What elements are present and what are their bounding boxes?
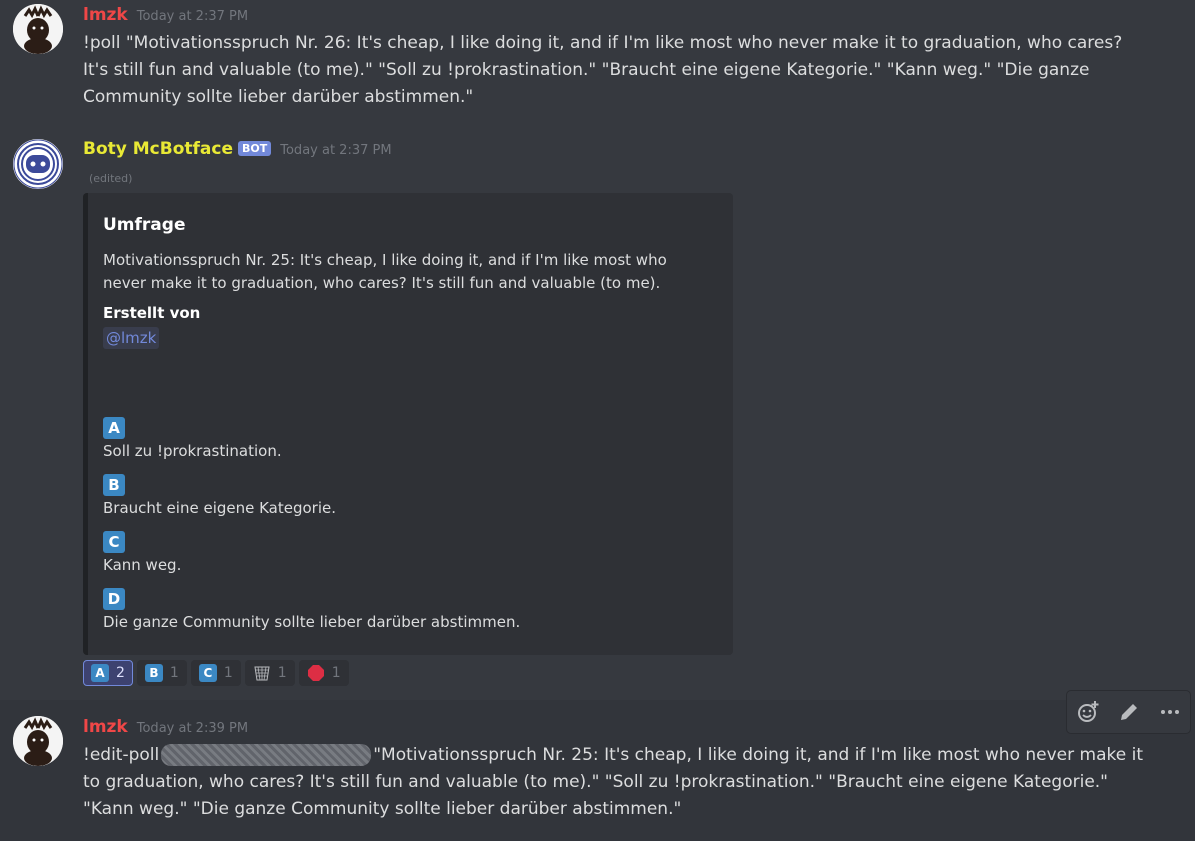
embed-field-name: Erstellt von xyxy=(103,304,201,322)
reaction-a[interactable]: A 2 xyxy=(83,660,133,686)
option-text: Soll zu !prokrastination. xyxy=(103,442,282,460)
reaction-count: 1 xyxy=(331,665,341,681)
bot-badge: BOT xyxy=(238,141,272,156)
blurred-redaction xyxy=(161,744,372,766)
poll-option-b: B Braucht eine eigene Kategorie. xyxy=(103,474,336,517)
user-avatar[interactable] xyxy=(13,716,63,766)
add-reaction-button[interactable] xyxy=(1073,697,1103,727)
message-actions-toolbar xyxy=(1066,690,1191,734)
regional-indicator-b-icon: B xyxy=(103,474,125,496)
regional-indicator-d-icon: D xyxy=(103,588,125,610)
pencil-icon xyxy=(1120,704,1137,720)
text-prefix: !edit-poll xyxy=(83,745,160,765)
edit-button[interactable] xyxy=(1114,697,1144,727)
regional-indicator-a-icon: A xyxy=(103,417,125,439)
poll-option-a: A Soll zu !prokrastination. xyxy=(103,417,282,460)
option-text: Braucht eine eigene Kategorie. xyxy=(103,499,337,517)
regional-indicator-a-icon: A xyxy=(91,664,109,682)
poll-embed: Umfrage Motivationsspruch Nr. 25: It's c… xyxy=(83,193,733,655)
reaction-c[interactable]: C 1 xyxy=(190,660,241,686)
add-reaction-icon xyxy=(1077,701,1098,722)
stop-sign-icon xyxy=(307,665,324,681)
reaction-count: 2 xyxy=(116,665,125,681)
option-text: Kann weg. xyxy=(103,556,182,574)
poll-option-c: C Kann weg. xyxy=(103,531,181,574)
reaction-stop[interactable]: 1 xyxy=(298,660,349,686)
embed-title: Umfrage xyxy=(103,215,186,235)
user-mention[interactable]: @lmzk xyxy=(103,327,160,349)
timestamp: Today at 2:37 PM xyxy=(280,143,392,158)
regional-indicator-b-icon: B xyxy=(144,664,163,682)
bot-avatar[interactable] xyxy=(13,139,63,189)
message-2: Boty McBotface BOT Today at 2:37 PM (edi… xyxy=(0,0,1195,700)
reaction-basket[interactable]: 1 xyxy=(244,660,295,686)
more-options-button[interactable] xyxy=(1155,697,1185,727)
poll-option-d: D Die ganze Community sollte lieber darü… xyxy=(103,588,520,631)
message-3: lmzk Today at 2:39 PM !edit-poll "Motivat… xyxy=(0,700,1195,841)
bot-username[interactable]: Boty McBotface xyxy=(83,139,233,159)
message-text: !edit-poll "Motivationsspruch Nr. 25: It'… xyxy=(83,742,1143,823)
option-text: Die ganze Community sollte lieber darübe… xyxy=(103,613,521,631)
regional-indicator-c-icon: C xyxy=(198,664,217,682)
edited-label: (edited) xyxy=(89,172,133,185)
basket-icon xyxy=(254,666,270,681)
reaction-b[interactable]: B 1 xyxy=(136,660,187,686)
reactions-bar: A 2 B 1 C 1 1 1 xyxy=(83,660,349,686)
regional-indicator-c-icon: C xyxy=(103,531,125,553)
reaction-count: 1 xyxy=(169,665,179,681)
timestamp: Today at 2:39 PM xyxy=(136,721,249,736)
ellipsis-icon xyxy=(1160,710,1179,714)
username[interactable]: lmzk xyxy=(83,717,128,737)
reaction-count: 1 xyxy=(223,665,233,681)
embed-description: Motivationsspruch Nr. 25: It's cheap, I … xyxy=(103,251,667,292)
reaction-count: 1 xyxy=(277,665,287,681)
